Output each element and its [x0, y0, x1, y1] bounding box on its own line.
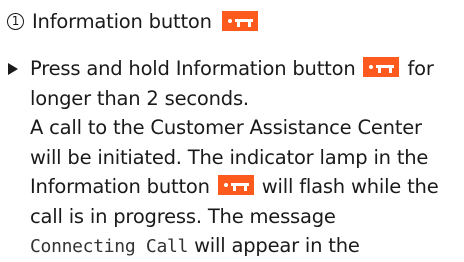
step-line-2: longer than 2 seconds.	[8, 84, 460, 114]
step-text: longer than 2 seconds.	[30, 86, 249, 110]
information-button-icon	[363, 57, 400, 77]
result-text: Information button	[30, 175, 210, 198]
step-line-5: Information button will flash while the	[8, 172, 460, 202]
result-text: will be initiated. The indicator lamp in…	[30, 145, 429, 169]
step-line-3: A call to the Customer Assistance Center	[8, 113, 460, 143]
step-line-1: Press and hold Information button for	[8, 54, 460, 84]
result-text: A call to the Customer Assistance Center	[30, 116, 422, 139]
step-arrow-icon	[8, 63, 18, 75]
step-line-4: will be initiated. The indicator lamp in…	[8, 143, 460, 173]
step-text: for	[407, 57, 434, 80]
section-heading: 1 Information button	[7, 3, 260, 39]
display-message: Connecting Call	[30, 236, 189, 257]
information-button-icon	[217, 175, 254, 195]
step-line-6: call is in progress. The message	[8, 202, 460, 232]
result-text: will flash while the	[261, 175, 439, 198]
step-line-7: Connecting Call will appear in the	[8, 231, 460, 261]
instruction-step: Press and hold Information button for lo…	[8, 54, 460, 261]
heading-label: Information button	[32, 9, 212, 33]
callout-number: 1	[7, 12, 24, 30]
result-text: will appear in the	[194, 234, 360, 257]
result-text: call is in progress. The message	[30, 204, 336, 228]
step-text: Press and hold Information button	[30, 57, 356, 80]
information-button-icon	[221, 11, 258, 31]
